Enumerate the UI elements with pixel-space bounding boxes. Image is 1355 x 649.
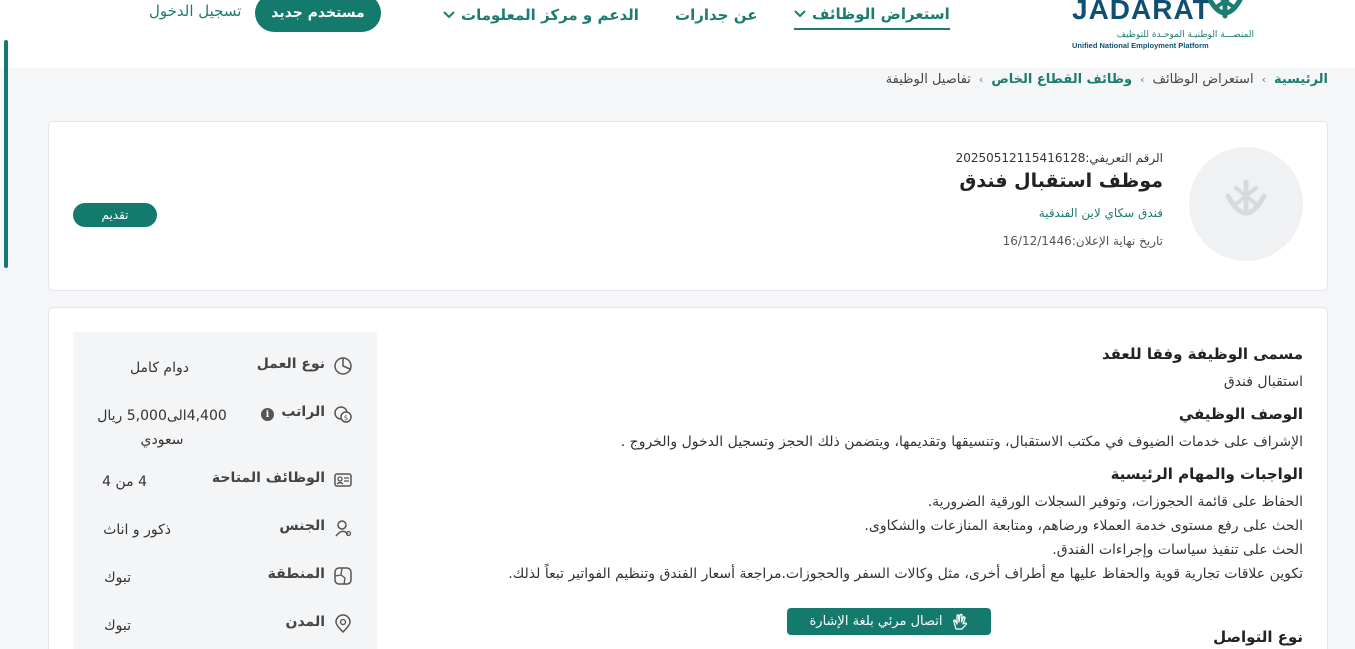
- info-value: ذكور و اناث: [103, 522, 171, 538]
- login-link[interactable]: تسجيل الدخول: [149, 0, 241, 22]
- location-pin-icon: [335, 614, 351, 634]
- breadcrumb-home[interactable]: الرئيسية: [1274, 72, 1328, 87]
- chevron-down-icon: [794, 10, 806, 18]
- salary-info-icon[interactable]: i: [261, 408, 274, 421]
- company-avatar: [1189, 147, 1303, 261]
- logo-emblem-icon: [1207, 0, 1243, 19]
- duty-item: الحث على تنفيذ سياسات وإجراءات الفندق.: [1052, 542, 1303, 558]
- sign-language-hand-icon: [952, 613, 967, 630]
- job-details-card: مسمى الوظيفة وفقا للعقد استقبال فندق الو…: [48, 307, 1328, 649]
- pie-chart-icon: [334, 357, 352, 375]
- info-label: المدن: [285, 614, 325, 630]
- job-summary-card: الرقم التعريفي:20250512115416128 موظف اس…: [48, 121, 1328, 291]
- section-title-duties: الواجبات والمهام الرئيسية: [1110, 465, 1303, 483]
- breadcrumb-separator-icon: ‹: [978, 72, 984, 86]
- logo-wordmark: JADARAT: [1072, 0, 1211, 25]
- breadcrumb-current: تفاصيل الوظيفة: [885, 71, 971, 87]
- breadcrumb-browse-jobs[interactable]: استعراض الوظائف: [1153, 72, 1254, 87]
- job-reference-number: الرقم التعريفي:20250512115416128: [955, 151, 1163, 165]
- sign-language-label: اتصال مرئي بلغة الإشارة: [809, 614, 943, 629]
- gender-icon: [335, 520, 352, 537]
- logo-arabic-tagline: المنصـــة الوطنيـة الموحـدة للتوظيف: [1116, 30, 1254, 40]
- logo-english-tagline: Unified National Employment Platform: [1072, 41, 1209, 50]
- nav-label: استعراض الوظائف: [812, 5, 950, 23]
- sign-language-call-button[interactable]: اتصال مرئي بلغة الإشارة: [787, 608, 991, 635]
- section-title-contract-name: مسمى الوظيفة وفقا للعقد: [1101, 345, 1303, 363]
- job-deadline: تاريخ نهاية الإعلان:16/12/1446: [1002, 234, 1163, 248]
- breadcrumb: الرئيسية ‹ استعراض الوظائف ‹ وظائف القطا…: [886, 68, 1328, 90]
- info-label: نوع العمل: [256, 356, 325, 372]
- nav-about-jadarat[interactable]: عن جدارات: [675, 0, 757, 30]
- id-card-icon: [334, 473, 352, 487]
- nav-browse-jobs[interactable]: استعراض الوظائف: [794, 0, 950, 30]
- top-header: JADARAT المنصـــة الوطنيـة الموحـدة للتو…: [0, 0, 1355, 68]
- section-text: الإشراف على خدمات الضيوف في مكتب الاستقب…: [620, 434, 1303, 450]
- svg-text:$: $: [344, 414, 348, 422]
- info-label: المنطقة: [267, 566, 325, 582]
- breadcrumb-private-sector[interactable]: وظائف القطاع الخاص: [991, 72, 1132, 87]
- side-accent-bar: [4, 40, 8, 268]
- map-icon: [334, 567, 352, 585]
- section-title-communication-type: نوع التواصل: [1213, 628, 1303, 646]
- duty-item: تكوين علاقات تجارية قوية والحفاظ عليها م…: [508, 566, 1303, 582]
- apply-button[interactable]: تقديم: [73, 203, 157, 227]
- section-text: استقبال فندق: [1223, 374, 1303, 390]
- company-placeholder-icon: [1225, 179, 1267, 216]
- job-title: موظف استقبال فندق: [959, 170, 1163, 192]
- info-value: 4,400الى5,000 ريال سعودي: [97, 408, 227, 448]
- company-name-link[interactable]: فندق سكاي لاين الفندقية: [1039, 206, 1163, 220]
- nav-label: الدعم و مركز المعلومات: [461, 6, 639, 24]
- salary-icon: $: [334, 406, 352, 423]
- nav-label: عن جدارات: [675, 6, 758, 24]
- job-info-panel: نوع العمل دوام كامل $ الراتب i 4,400الى5…: [73, 332, 377, 649]
- chevron-down-icon: [443, 11, 455, 19]
- section-title-job-description: الوصف الوظيفي: [1178, 405, 1303, 423]
- info-value: دوام كامل: [129, 360, 189, 376]
- breadcrumb-separator-icon: ‹: [1261, 72, 1266, 86]
- duty-item: الحفاظ على قائمة الحجوزات، وتوفير السجلا…: [927, 494, 1303, 510]
- duty-item: الحث على رفع مستوى خدمة العملاء ورضاهم، …: [864, 518, 1303, 534]
- breadcrumb-separator-icon: ‹: [1140, 72, 1145, 86]
- info-value: تبوك: [104, 570, 131, 586]
- jadarat-logo[interactable]: JADARAT المنصـــة الوطنيـة الموحـدة للتو…: [1072, 0, 1262, 54]
- info-label: الراتب: [281, 404, 325, 420]
- job-details-content: مسمى الوظيفة وفقا للعقد استقبال فندق الو…: [423, 338, 1303, 586]
- new-user-button[interactable]: مستخدم جديد: [255, 0, 381, 32]
- info-value: تبوك: [104, 618, 131, 634]
- info-label: الجنس: [279, 518, 325, 534]
- info-label: الوظائف المتاحة: [211, 470, 325, 486]
- nav-support-center[interactable]: الدعم و مركز المعلومات: [443, 0, 639, 30]
- info-value: 4 من 4: [102, 474, 147, 490]
